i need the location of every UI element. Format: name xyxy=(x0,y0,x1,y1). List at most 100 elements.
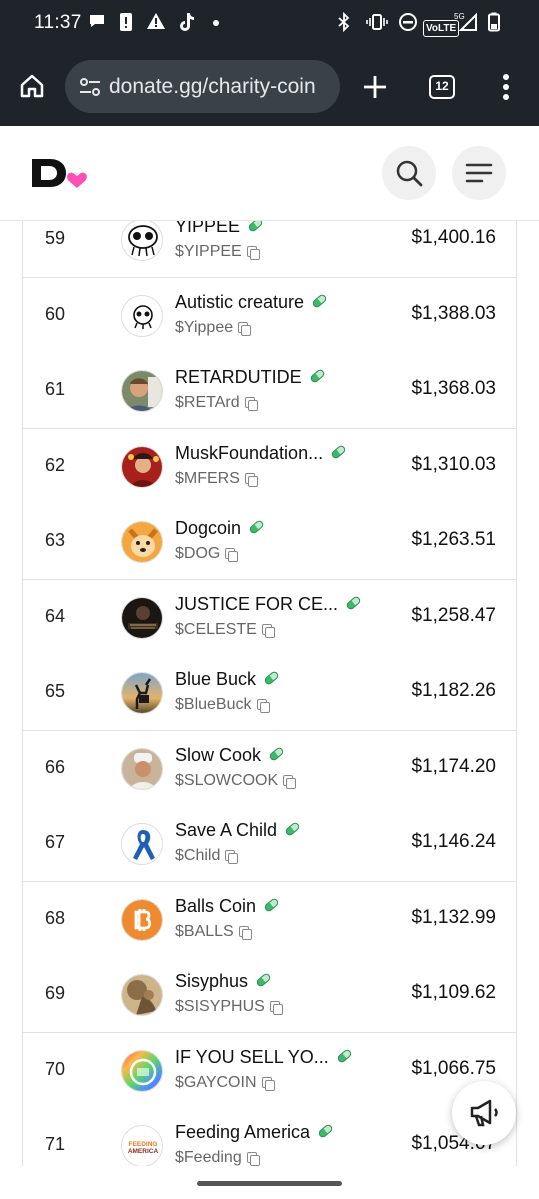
copy-icon[interactable] xyxy=(261,623,275,638)
copy-icon[interactable] xyxy=(225,548,239,562)
pill-icon xyxy=(263,670,280,686)
warning-icon xyxy=(146,12,166,35)
coin-ticker: $RETArd xyxy=(175,394,258,412)
copy-icon[interactable] xyxy=(238,321,252,336)
coin-row[interactable]: 64 JUSTICE FOR CE... $CELESTE $1,258.47 xyxy=(23,579,516,656)
coin-amount: $1,174.20 xyxy=(411,755,496,777)
yippee-creature-icon xyxy=(121,221,163,261)
coin-amount: $1,182.26 xyxy=(411,680,496,701)
gesture-bar xyxy=(0,1166,539,1199)
coin-ticker: $CELESTE xyxy=(175,620,275,639)
coin-row[interactable]: 60 Autistic creature $Yippee $1,388.03 xyxy=(23,277,516,354)
coin-row[interactable]: 69 Sisyphus $SISYPHUS $1,109.62 xyxy=(23,957,516,1033)
browser-toolbar: donate.gg/charity-coin 12 xyxy=(0,48,539,126)
home-button[interactable] xyxy=(18,72,46,100)
coin-name[interactable]: Dogcoin xyxy=(175,518,265,539)
plus-icon xyxy=(364,76,386,98)
pill-icon xyxy=(335,1047,353,1064)
coin-ticker-text: $BlueBuck xyxy=(175,696,252,713)
coin-row[interactable]: 71 FEEDING AMERICA Feeding America $Feeding $… xyxy=(23,1108,516,1166)
coin-ticker-text: $SLOWCOOK xyxy=(175,771,279,789)
site-settings-icon[interactable] xyxy=(79,77,101,97)
copy-icon[interactable] xyxy=(244,472,258,487)
coin-row[interactable]: 65 Blue Buck $BlueBuck $1,182.26 xyxy=(23,655,516,731)
alert-card-icon xyxy=(119,12,133,37)
search-button[interactable] xyxy=(382,146,436,200)
network-label: 5G xyxy=(454,12,465,21)
coin-rank: 59 xyxy=(45,228,66,248)
coin-amount: $1,263.51 xyxy=(411,529,496,550)
skull-creature-icon xyxy=(121,294,163,337)
coin-ticker-text: $CELESTE xyxy=(175,620,257,638)
svg-text:AMERICA: AMERICA xyxy=(128,1148,159,1155)
coin-ticker-text: $MFERS xyxy=(175,469,240,487)
coin-rank: 62 xyxy=(45,454,66,475)
pill-icon xyxy=(263,896,280,913)
battery-icon xyxy=(488,12,500,37)
coin-ticker-text: $GAYCOIN xyxy=(175,1073,257,1091)
copy-icon[interactable] xyxy=(246,246,260,260)
home-gesture-handle[interactable] xyxy=(197,1181,342,1186)
browser-menu-button[interactable] xyxy=(496,72,516,102)
coin-name[interactable]: IF YOU SELL YO... xyxy=(175,1047,353,1068)
coin-name-text: Save A Child xyxy=(175,820,278,840)
copy-icon[interactable] xyxy=(244,397,258,411)
coin-name[interactable]: Save A Child xyxy=(175,820,301,841)
coin-rank: 60 xyxy=(45,303,66,324)
coin-ticker-text: $Child xyxy=(175,847,221,864)
new-tab-button[interactable] xyxy=(360,72,390,102)
megaphone-icon xyxy=(470,1099,498,1127)
copy-icon[interactable] xyxy=(261,1076,275,1091)
copy-icon[interactable] xyxy=(246,1152,260,1166)
coin-row[interactable]: 70 IF YOU SELL YO... $GAYCOIN $1,066.75 xyxy=(23,1032,516,1109)
dark-portrait-icon xyxy=(121,596,163,639)
copy-icon[interactable] xyxy=(283,774,297,789)
more-vert-icon xyxy=(503,74,509,100)
do-not-disturb-icon xyxy=(398,12,418,37)
coin-name-text: YIPPEE xyxy=(175,221,241,236)
coin-ticker-text: $Feeding xyxy=(175,1149,242,1166)
pill-icon xyxy=(284,821,301,837)
donate-logo[interactable] xyxy=(31,156,91,190)
coin-name[interactable]: Blue Buck xyxy=(175,669,280,690)
copy-icon[interactable] xyxy=(225,850,239,864)
coin-name[interactable]: Balls Coin xyxy=(175,896,280,917)
coin-row[interactable]: 61 RETARDUTIDE $RETArd $1,368.03 xyxy=(23,353,516,429)
tab-switcher-button[interactable]: 12 xyxy=(429,75,455,99)
sisyphus-sculpture-icon xyxy=(121,974,163,1016)
copy-icon[interactable] xyxy=(256,699,270,713)
coin-amount: $1,388.03 xyxy=(411,302,496,324)
coin-ticker-text: $Yippee xyxy=(175,318,234,336)
coin-ticker: $MFERS xyxy=(175,469,258,488)
coin-row[interactable]: 67 Save A Child $Child $1,146.24 xyxy=(23,806,516,882)
coin-ticker: $Feeding xyxy=(175,1149,260,1166)
coin-name-text: MuskFoundation... xyxy=(175,442,324,463)
coin-row[interactable]: 62 MuskFoundation... $MFERS $1,310.03 xyxy=(23,428,516,505)
coin-name[interactable]: RETARDUTIDE xyxy=(175,367,326,388)
coin-rank: 71 xyxy=(45,1134,66,1154)
status-bar: 11:37 VoLTE 5G xyxy=(0,0,539,48)
coin-name[interactable]: Feeding America xyxy=(175,1122,334,1143)
coin-row[interactable]: 59 YIPPEE $YIPPEE $1,400.16 xyxy=(23,221,516,278)
coin-row[interactable]: 63 Dogcoin $DOG $1,263.51 xyxy=(23,504,516,580)
man-portrait-icon xyxy=(121,370,163,412)
feedback-button[interactable] xyxy=(452,1081,516,1145)
coin-name[interactable]: Autistic creature xyxy=(175,291,328,313)
coin-name[interactable]: JUSTICE FOR CE... xyxy=(175,594,362,615)
coin-ticker: $Child xyxy=(175,847,239,865)
coin-name-text: Autistic creature xyxy=(175,291,305,312)
copy-icon[interactable] xyxy=(269,1001,283,1015)
coin-name[interactable]: YIPPEE xyxy=(175,221,264,237)
menu-button[interactable] xyxy=(452,146,506,200)
address-bar[interactable]: donate.gg/charity-coin xyxy=(65,60,340,113)
status-time: 11:37 xyxy=(34,12,82,33)
charity-coin-list: 59 YIPPEE $YIPPEE $1,400.16 60 Autistic creat… xyxy=(22,221,517,1166)
coin-row[interactable]: 68 Balls Coin $BALLS $1,132.99 xyxy=(23,881,516,958)
coin-rank: 67 xyxy=(45,832,66,852)
coin-name[interactable]: Sisyphus xyxy=(175,971,272,992)
coin-row[interactable]: 66 Slow Cook $SLOWCOOK $1,174.20 xyxy=(23,730,516,807)
coin-name[interactable]: MuskFoundation... xyxy=(175,442,347,464)
copy-icon[interactable] xyxy=(238,925,252,940)
coin-name[interactable]: Slow Cook xyxy=(175,745,285,766)
svg-text:FEEDING: FEEDING xyxy=(129,1141,158,1148)
